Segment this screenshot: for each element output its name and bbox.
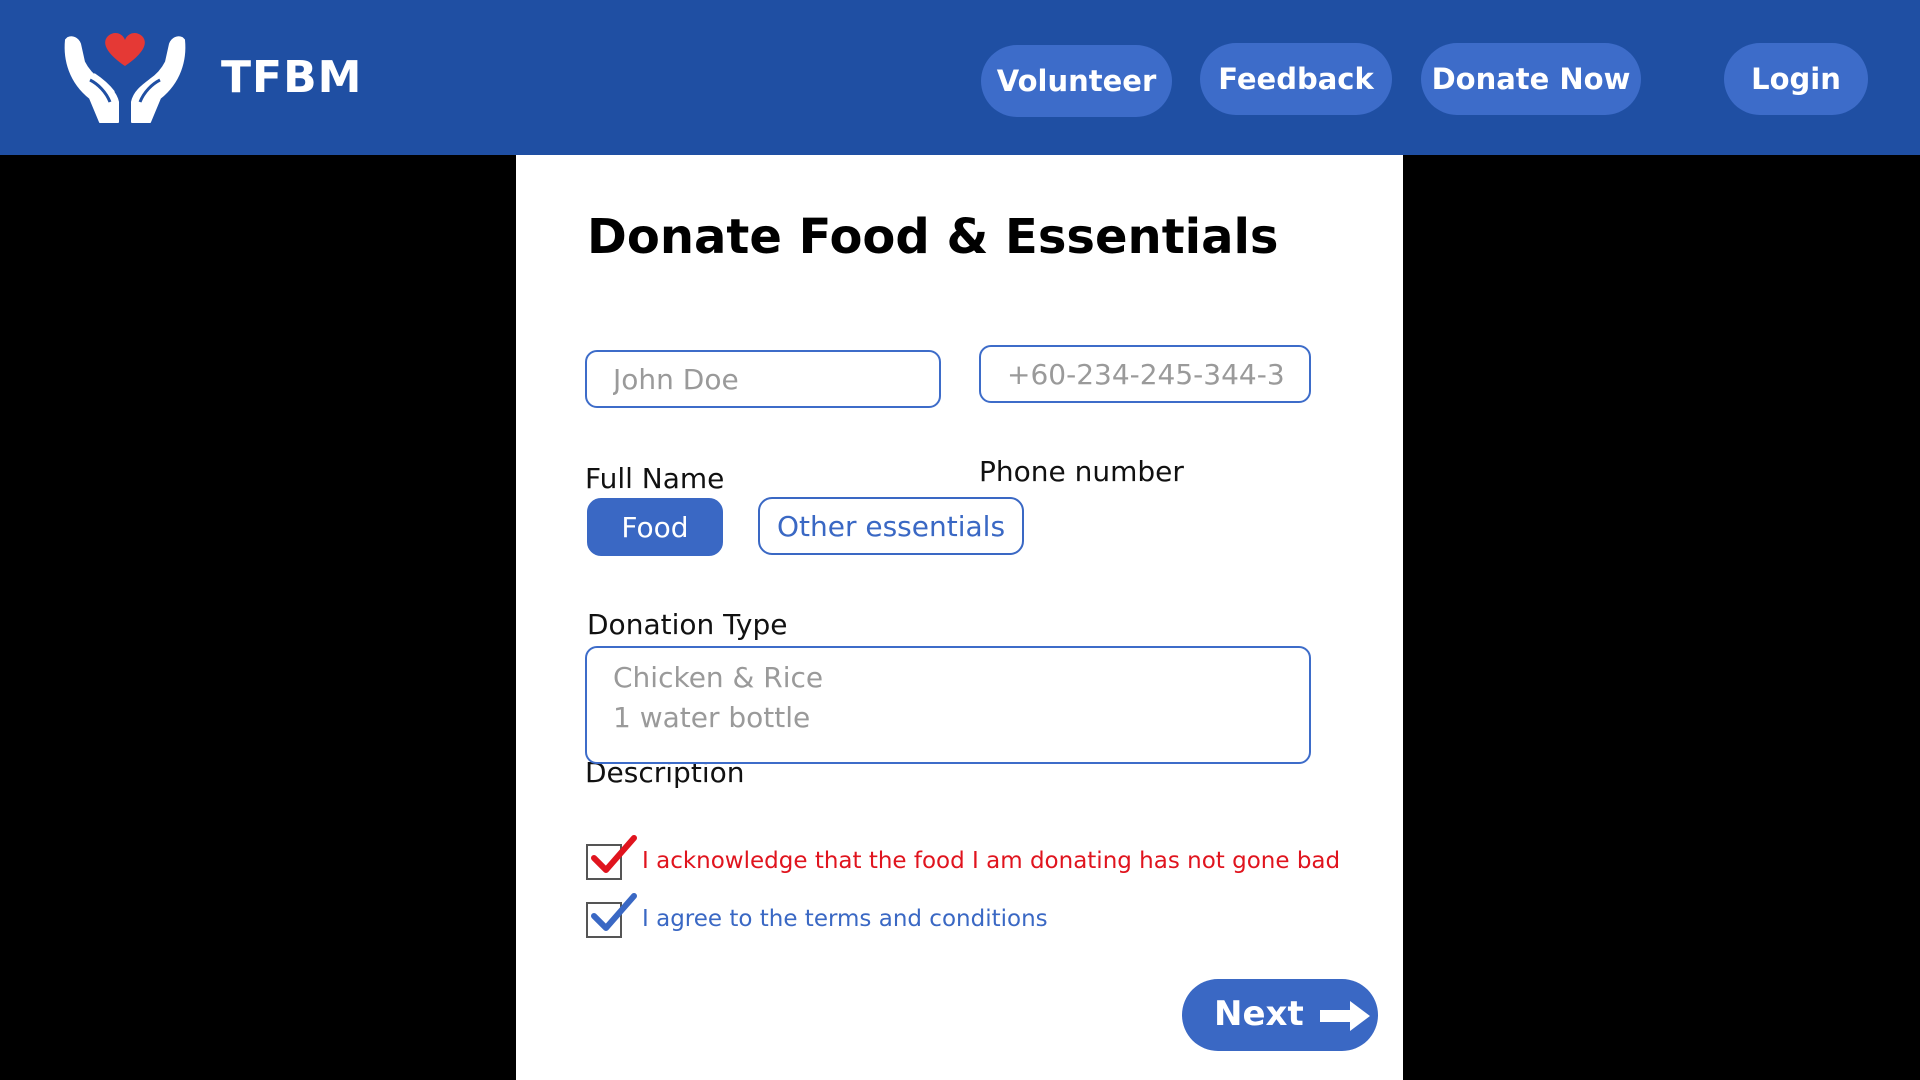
brand-name: TFBM [221, 52, 363, 103]
full-name-label: Full Name [585, 462, 725, 495]
hands-holding-heart-icon[interactable] [60, 30, 190, 126]
terms-checkbox[interactable] [586, 893, 637, 938]
feedback-button[interactable]: Feedback [1200, 43, 1392, 115]
next-button-label: Next [1214, 994, 1304, 1034]
full-name-input[interactable] [585, 350, 941, 408]
phone-number-label: Phone number [979, 455, 1184, 488]
donate-now-button[interactable]: Donate Now [1421, 43, 1641, 115]
terms-check-label: I agree to the terms and conditions [642, 906, 1048, 932]
description-textarea[interactable] [585, 646, 1311, 764]
food-condition-checkbox[interactable] [586, 835, 637, 880]
checkmark-icon [591, 893, 637, 931]
donation-type-label: Donation Type [587, 608, 788, 641]
next-button[interactable]: Next [1182, 979, 1378, 1051]
donation-type-food-button[interactable]: Food [587, 498, 723, 556]
page-title: Donate Food & Essentials [587, 209, 1279, 265]
login-button[interactable]: Login [1724, 43, 1868, 115]
top-navbar: TFBM Volunteer Feedback Donate Now Login [0, 0, 1920, 155]
volunteer-button[interactable]: Volunteer [981, 45, 1172, 117]
donation-form-card: Donate Food & Essentials Full Name Phone… [516, 155, 1403, 1080]
food-condition-check-label: I acknowledge that the food I am donatin… [642, 848, 1341, 874]
arrow-right-icon [1320, 1001, 1370, 1031]
checkmark-icon [591, 835, 637, 873]
phone-number-input[interactable] [979, 345, 1311, 403]
terms-check-row: I agree to the terms and conditions [586, 893, 1048, 942]
donation-type-other-essentials-button[interactable]: Other essentials [758, 497, 1024, 555]
food-condition-check-row: I acknowledge that the food I am donatin… [586, 835, 1341, 884]
